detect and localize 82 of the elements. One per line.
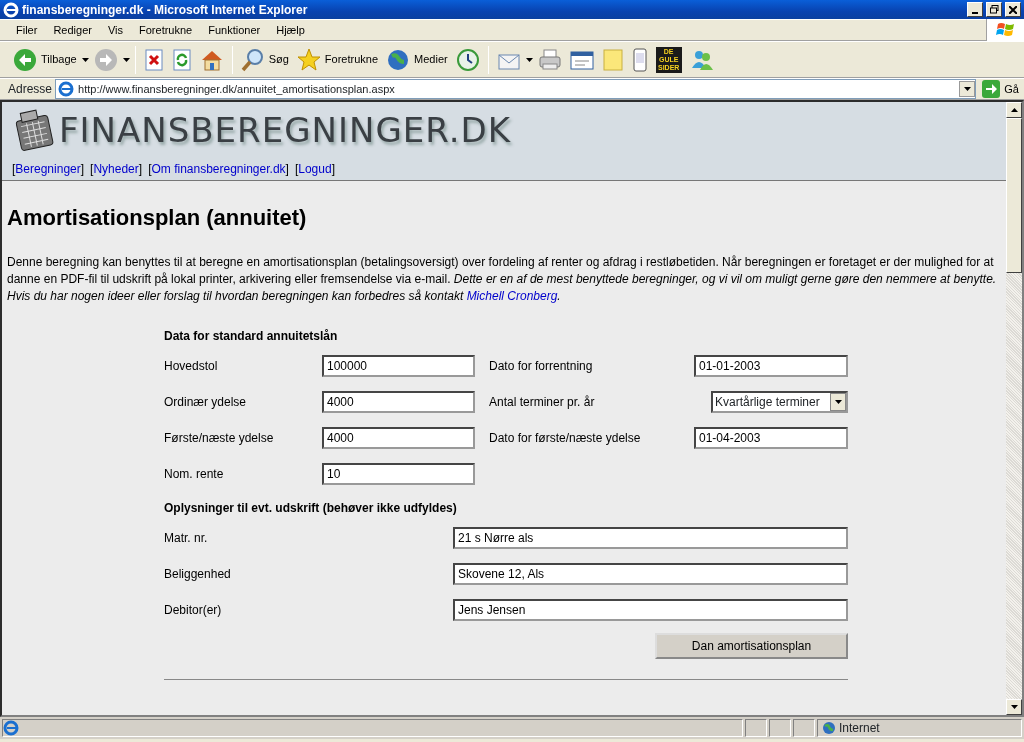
toolbar-button[interactable]: Foretrukne (293, 45, 382, 74)
page-icon (3, 720, 19, 736)
input-field[interactable]: 4000 (322, 391, 475, 413)
bracket: ] (138, 161, 143, 178)
field-label: Antal terminer pr. år (489, 394, 596, 411)
bracket: ] (285, 161, 289, 178)
printer-icon (537, 48, 562, 71)
caret-icon (834, 399, 842, 404)
close-button[interactable] (1005, 2, 1021, 17)
star-icon (296, 47, 321, 72)
restore-icon (989, 5, 999, 15)
field-label: Hovedstol (164, 358, 219, 375)
bracket: [ (148, 161, 152, 178)
nav-link[interactable]: Om finansberegninger.dk (151, 160, 286, 178)
input-field[interactable]: 01-04-2003 (694, 427, 848, 449)
dropdown[interactable]: Kvartårlige terminer (711, 391, 848, 413)
vertical-scrollbar[interactable] (1006, 102, 1022, 715)
bracket: [ (12, 161, 16, 178)
document-edit-icon (569, 48, 594, 71)
bracket: [ (294, 161, 299, 178)
zone-label: Internet (839, 720, 880, 737)
caret-icon (963, 86, 971, 91)
flag-logo-icon (995, 21, 1016, 39)
page-icon (58, 81, 75, 97)
bracket: ] (80, 161, 85, 178)
submit-button[interactable]: Dan amortisationsplan (655, 633, 848, 659)
bracket: ] (331, 161, 335, 178)
globe-icon (386, 47, 411, 72)
nav-link[interactable]: Logud (298, 160, 332, 178)
input-field[interactable]: 01-01-2003 (694, 355, 848, 377)
field-label: Debitor(er) (164, 602, 223, 619)
stop-icon (143, 48, 164, 71)
field-label: Dato for første/næste ydelse (489, 430, 642, 447)
minimize-button[interactable] (967, 2, 983, 17)
menu-item[interactable]: Rediger (45, 20, 100, 40)
field-label: Første/næste ydelse (164, 430, 275, 447)
input-field[interactable]: 4000 (322, 427, 475, 449)
menu-item[interactable]: Foretrukne (131, 20, 201, 40)
toolbar-button[interactable]: Søg (237, 45, 292, 74)
toolbar-button[interactable]: Tilbage (10, 45, 80, 74)
status-pane (793, 719, 815, 737)
globe-icon (822, 721, 836, 735)
site-logo-text: FINANSBEREGNINGER.DK (59, 113, 511, 147)
input-field[interactable]: 10 (322, 463, 475, 485)
phone-icon (631, 47, 648, 72)
field-label: Matr. nr. (164, 530, 209, 547)
maximize-button[interactable] (986, 2, 1002, 17)
section-title: Data for standard annuitetslån (164, 328, 339, 345)
clock-icon (455, 47, 480, 72)
field-label: Ordinær ydelse (164, 394, 248, 411)
note-icon (601, 47, 624, 72)
intro-paragraph: Denne beregning kan benyttes til at beregne en amortisationsplan (betalingsoversigt) over fordeling af renter og afdrag i restløbetiden. Når beregningen er foretaget er der mulighed for at danne en PDF-fil til udskrift på lokal printer, arkivering eller fremsendelse via e-mail. Dette er en af de mest benyttede beregninger, og vi vil om muligt gerne gøre den nemmere at benytte. Hvis du har nogen ideer eller forslag til hvordan beregningen kan forbedres så kontakt Michell Cronberg. (7, 254, 997, 305)
caret-icon (1010, 704, 1018, 709)
section-title: Oplysninger til evt. udskrift (behøver ikke udfyldes) (164, 500, 458, 517)
menu-item[interactable]: Vis (99, 20, 131, 40)
menu-item[interactable]: Funktioner (200, 20, 269, 40)
browser-icon (3, 1, 19, 18)
nav-link[interactable]: Nyheder (93, 160, 139, 178)
search-icon (240, 47, 265, 72)
window-title: finansberegninger.dk - Microsoft Internet Explorer (22, 1, 309, 19)
input-field[interactable]: Skovene 12, Als (453, 563, 848, 585)
field-label: Beliggenhed (164, 566, 232, 583)
address-field[interactable]: http://www.finansberegninger.dk/annuitet_amortisationsplan.aspx (55, 79, 977, 99)
status-pane (769, 719, 791, 737)
caret-up-icon (1010, 107, 1018, 112)
close-icon (1009, 5, 1017, 14)
menu-item[interactable]: Hjælp (268, 20, 313, 40)
toolbar-button[interactable]: Medier (383, 45, 451, 74)
bracket: [ (90, 161, 94, 178)
page-heading: Amortisationsplan (annuitet) (7, 204, 308, 232)
status-pane (745, 719, 767, 737)
field-label: Dato for forrentning (489, 358, 594, 375)
refresh-icon (171, 48, 192, 71)
input-field[interactable]: 100000 (322, 355, 475, 377)
nav-link[interactable]: Beregninger (15, 160, 81, 178)
input-field[interactable]: Jens Jensen (453, 599, 848, 621)
input-field[interactable]: 21 s Nørre als (453, 527, 848, 549)
menu-item[interactable]: Filer (8, 20, 46, 40)
minimize-icon (972, 12, 978, 15)
field-label: Nom. rente (164, 466, 225, 483)
address-label: Adresse (8, 81, 53, 98)
go-button[interactable]: Gå (979, 78, 1022, 100)
